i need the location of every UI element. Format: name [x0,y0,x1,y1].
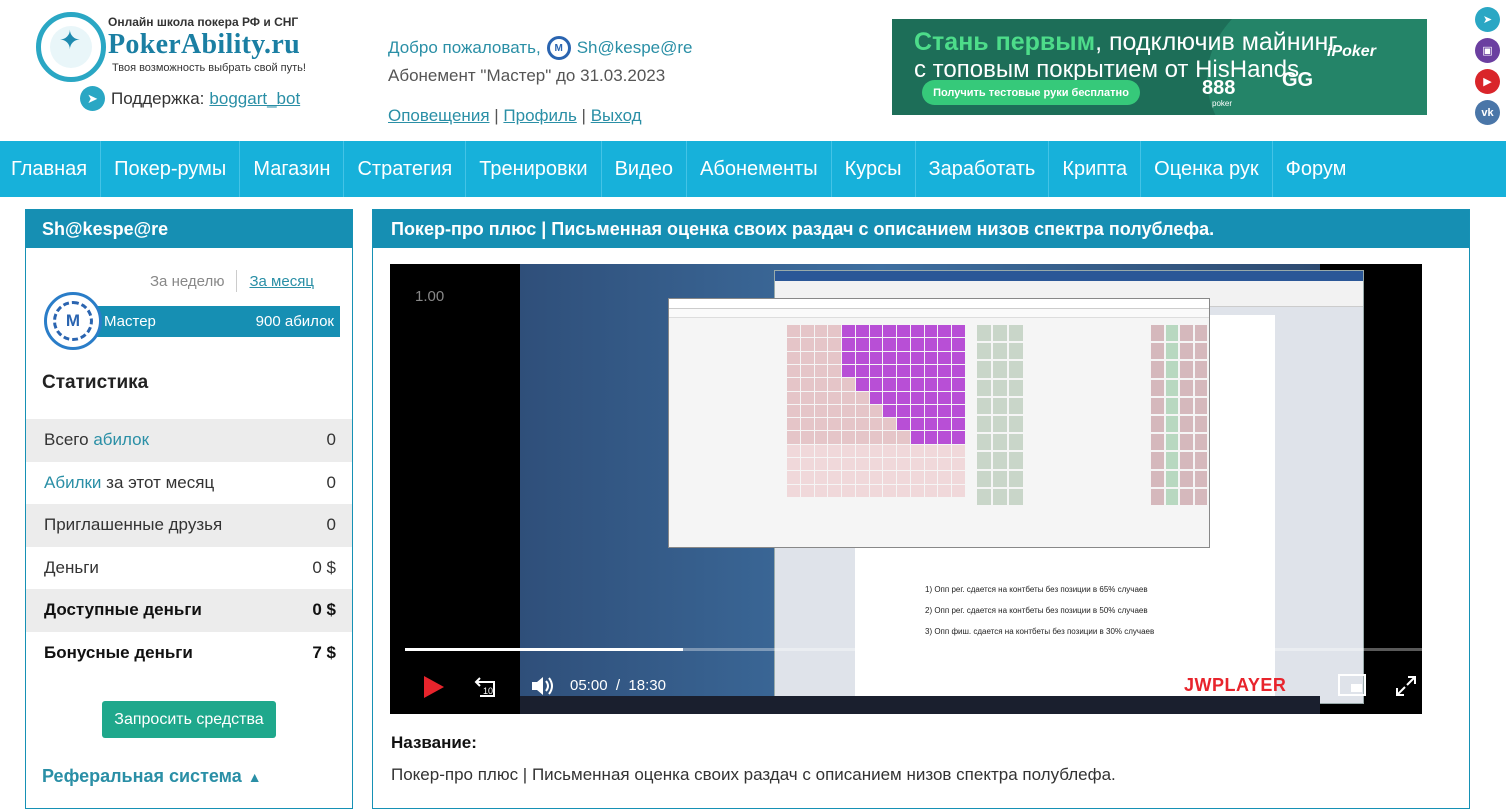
stats-row: Всего абилок 0 [26,419,352,462]
logo-emblem: ✦ [36,12,106,82]
avatar: M [546,36,571,60]
logout-link[interactable]: Выход [591,106,642,125]
welcome-text: Добро пожаловать, [388,38,541,57]
main-content: Покер-про плюс | Письменная оценка своих… [372,209,1470,809]
notifications-link[interactable]: Оповещения [388,106,490,125]
compass-star-icon: ✦ [59,25,81,55]
888-logo: 888 [1202,77,1236,99]
video-name-value: Покер-про плюс | Письменная оценка своих… [391,765,1116,784]
nav-item-subscriptions[interactable]: Абонементы [687,141,832,197]
video-time: 05:00 / 18:30 [570,677,666,694]
nav-item-hand-review[interactable]: Оценка рук [1141,141,1273,197]
888-logo-sub: poker [1212,99,1233,108]
username[interactable]: Sh@kespe@re [577,38,693,58]
sidebar-username: Sh@kespe@re [26,210,352,248]
play-icon[interactable] [424,676,444,698]
stats-list: Всего абилок 0 Абилки за этот месяц 0 Пр… [26,419,352,674]
nav-item-poker-rooms[interactable]: Покер-румы [101,141,241,197]
telegram-icon: ➤ [80,86,105,111]
ad-banner[interactable]: Стань первым, подключив майнинг с топовы… [892,19,1427,115]
ipoker-logo: iPoker [1327,43,1376,60]
stats-row: Приглашенные друзья 0 [26,504,352,547]
video-player[interactable]: 1) Опп рег. сдается на контбеты без пози… [390,264,1422,714]
rewind-10-icon[interactable]: 10 [474,674,500,698]
support-label: Поддержка: [111,88,205,108]
nav-item-shop[interactable]: Магазин [240,141,345,197]
support-contact: ➤ Поддержка: boggart_bot [80,86,300,111]
video-range-window [668,298,1210,548]
stats-value: 0 $ [312,600,336,620]
welcome-block: Добро пожаловать, M Sh@kespe@re Абонемен… [388,36,692,126]
stats-row: Бонусные деньги 7 $ [44,642,336,662]
chevron-up-icon: ▲ [247,768,262,785]
logo-tagline-top: Онлайн школа покера РФ и СНГ [108,15,299,29]
nav-item-strategy[interactable]: Стратегия [344,141,467,197]
video-frame: 1) Опп рег. сдается на контбеты без пози… [520,264,1364,714]
logo-name: PokerAbility.ru [108,29,300,60]
period-month[interactable]: За месяц [249,273,313,290]
youtube-icon[interactable]: ▶ [1475,69,1500,94]
main-nav: Главная Покер-румы Магазин Стратегия Тре… [0,141,1506,197]
picture-in-picture-icon[interactable] [1338,674,1366,696]
stats-value: 0 [326,430,336,450]
telegram-icon[interactable]: ➤ [1475,7,1500,32]
video-progress-bar[interactable] [405,648,1422,651]
period-week[interactable]: За неделю [150,273,224,290]
logo-tagline-bottom: Твоя возможность выбрать свой путь! [112,62,306,74]
nav-item-forum[interactable]: Форум [1273,141,1360,197]
period-switch: За неделю За месяц [150,270,314,292]
tier-bar: Мастер 900 абилок [76,306,340,337]
video-controls: 10 05:00 / 18:30 JWPLAYER [390,664,1422,708]
stats-value: 0 [326,515,336,535]
gg-logo: GG [1282,69,1314,91]
site-header: ✦ Онлайн школа покера РФ и СНГ PokerAbil… [0,0,1506,141]
stats-row: Доступные деньги 0 $ [26,589,352,632]
profile-link[interactable]: Профиль [503,106,576,125]
referral-toggle[interactable]: Реферальная система ▲ [42,766,262,787]
stats-row: Деньги 0 $ [44,557,336,577]
fullscreen-icon[interactable] [1394,674,1418,698]
stats-row: Абилки за этот месяц 0 [44,472,336,492]
user-links: Оповещения | Профиль | Выход [388,106,642,125]
stats-value: 0 [326,472,336,492]
site-logo[interactable]: ✦ Онлайн школа покера РФ и СНГ PokerAbil… [36,12,326,84]
stats-title: Статистика [42,372,149,393]
stats-value: 0 $ [312,557,336,577]
support-link[interactable]: boggart_bot [209,89,300,109]
nav-item-courses[interactable]: Курсы [832,141,916,197]
nav-item-earn[interactable]: Заработать [916,141,1050,197]
social-links: ➤ ▣ ▶ vk [1475,7,1500,131]
tier-points: 900 абилок [255,313,334,330]
svg-text:10: 10 [483,686,493,696]
request-funds-button[interactable]: Запросить средства [102,701,276,738]
nav-item-home[interactable]: Главная [0,141,102,197]
vk-icon[interactable]: vk [1475,100,1500,125]
volume-icon[interactable] [530,674,556,698]
banner-headline: Стань первым, подключив майнинг [914,28,1338,56]
nav-item-crypto[interactable]: Крипта [1049,141,1142,197]
user-sidebar: Sh@kespe@re За неделю За месяц Мастер 90… [25,209,353,809]
stats-value: 7 $ [312,642,336,662]
jwplayer-logo[interactable]: JWPLAYER [1184,675,1286,696]
tier-badge-icon: M [44,292,102,350]
page-title: Покер-про плюс | Письменная оценка своих… [373,210,1469,248]
twitch-icon[interactable]: ▣ [1475,38,1500,63]
video-name-label: Название: [391,733,477,752]
subscription-status: Абонемент "Мастер" до 31.03.2023 [388,66,666,85]
video-overlay-version: 1.00 [415,288,445,305]
banner-button[interactable]: Получить тестовые руки бесплатно [922,80,1140,105]
nav-item-trainings[interactable]: Тренировки [466,141,602,197]
nav-item-video[interactable]: Видео [602,141,688,197]
tier-name: Мастер [104,313,156,330]
